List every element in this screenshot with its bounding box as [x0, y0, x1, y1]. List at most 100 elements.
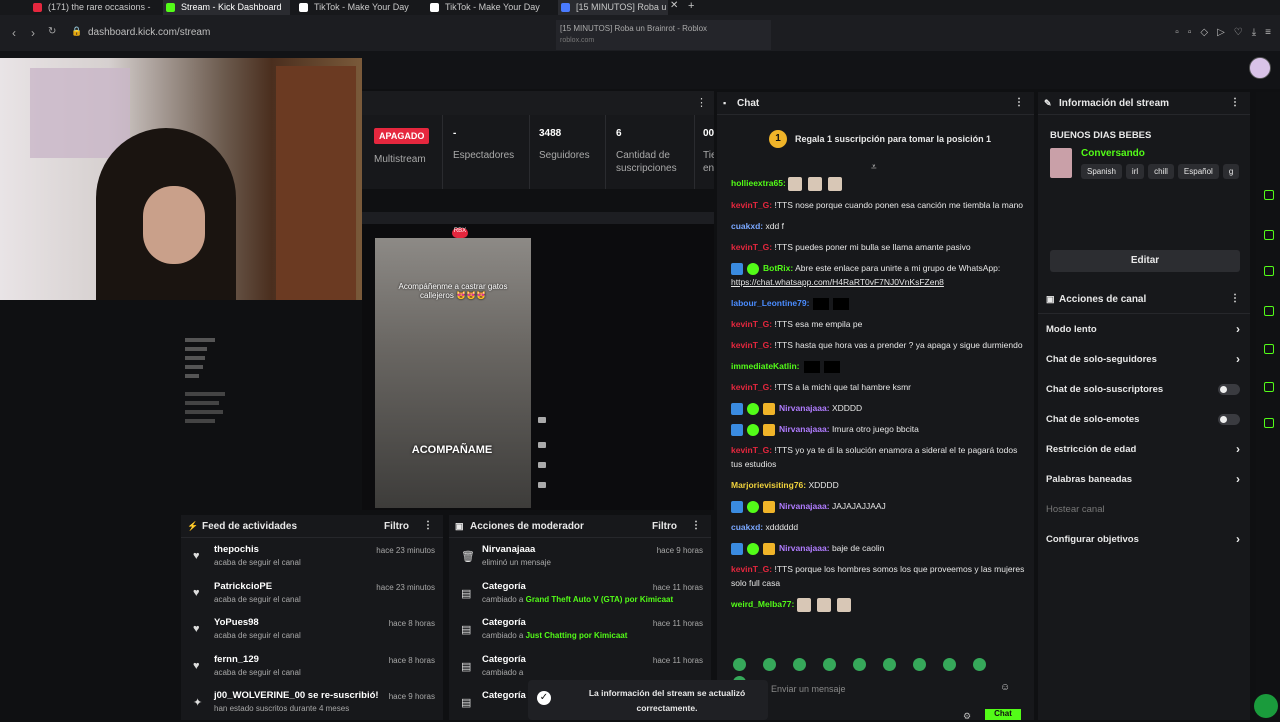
more-icon[interactable]: ⋮ [691, 520, 701, 531]
bookmark-icon[interactable]: ▫ [1175, 27, 1179, 38]
rail-tool-icon[interactable] [1264, 190, 1274, 200]
emote-icon[interactable] [913, 658, 926, 671]
extension-icon[interactable]: ▫ [1188, 27, 1192, 38]
tag-chip[interactable]: Spanish [1081, 164, 1122, 179]
emote-icon[interactable] [943, 658, 956, 671]
channel-action-item[interactable]: Chat de solo-emotes [1038, 404, 1250, 434]
tag-chip[interactable]: chill [1148, 164, 1174, 179]
url-field[interactable]: dashboard.kick.com/stream [88, 27, 210, 38]
emote-icon[interactable] [883, 658, 896, 671]
category-name[interactable]: Just Chatting [526, 631, 577, 640]
rail-tool-icon[interactable] [1264, 266, 1274, 276]
browser-tab[interactable]: (171) the rare occasions - [30, 0, 152, 15]
browser-tab-bar: (171) the rare occasions - Stream - Kick… [0, 0, 1280, 15]
filter-button[interactable]: Filtro [384, 521, 409, 532]
chat-username[interactable]: Nirvanajaaa: [779, 501, 830, 511]
rail-tool-icon[interactable] [1264, 306, 1274, 316]
tag-chip[interactable]: irl [1125, 164, 1145, 179]
moderator-action-item: ▤ Categoría cambiado a hace 11 horas [449, 648, 711, 685]
new-tab-icon[interactable]: + [688, 0, 694, 12]
download-icon[interactable]: ⤓ [1252, 27, 1256, 38]
more-icon[interactable]: ⋮ [1014, 97, 1024, 108]
emote-icon[interactable] [793, 658, 806, 671]
chat-username[interactable]: weird_Melba77: [731, 599, 794, 609]
video-overlay-text: ACOMPAÑAME [411, 444, 493, 456]
more-icon[interactable]: ⋮ [1230, 293, 1240, 304]
roblox-icon [561, 3, 570, 12]
moderator-name[interactable]: por Kimicaat [625, 595, 673, 604]
avatar[interactable] [1249, 57, 1271, 79]
help-icon[interactable] [1254, 694, 1278, 718]
activity-username[interactable]: thepochis [214, 544, 259, 555]
shield-icon[interactable]: ◇ [1200, 27, 1208, 38]
collapse-icon[interactable]: ⩡ [871, 162, 877, 173]
emoji-icon[interactable]: ☺ [1000, 682, 1010, 693]
chat-link[interactable]: https://chat.whatsapp.com/H4RaRT0vF7NJ0V… [731, 277, 944, 287]
chat-username[interactable]: kevinT_G: [731, 382, 772, 392]
channel-action-item[interactable]: Configurar objetivos › [1038, 524, 1250, 554]
toggle-switch[interactable] [1218, 384, 1240, 395]
chat-username[interactable]: Nirvanajaaa: [779, 424, 830, 434]
edit-button[interactable]: Editar [1050, 250, 1240, 272]
channel-action-item[interactable]: Palabras baneadas › [1038, 464, 1250, 494]
activity-username[interactable]: PatrickcioPE [214, 581, 272, 592]
chat-username[interactable]: Nirvanajaaa: [779, 403, 830, 413]
chat-input[interactable]: Enviar un mensaje [767, 678, 1017, 702]
rail-tool-icon[interactable] [1264, 382, 1274, 392]
more-icon[interactable]: ⋮ [423, 520, 433, 531]
send-icon[interactable]: ▷ [1217, 27, 1225, 38]
browser-tab[interactable]: TikTok - Make Your Day [296, 0, 423, 15]
chat-username[interactable]: immediateKatlin: [731, 361, 800, 371]
moderator-name[interactable]: por Kimicaat [579, 631, 627, 640]
tag-chip[interactable]: g [1222, 164, 1240, 179]
chat-username[interactable]: kevinT_G: [731, 200, 772, 210]
chat-username[interactable]: kevinT_G: [731, 564, 772, 574]
forward-icon[interactable]: › [31, 26, 35, 40]
channel-action-item[interactable]: Modo lento › [1038, 314, 1250, 344]
back-icon[interactable]: ‹ [12, 26, 16, 40]
heart-icon[interactable]: ♡ [1234, 27, 1243, 38]
activity-username[interactable]: j00_WOLVERINE_00 se re-suscribió! [214, 690, 379, 701]
menu-icon[interactable]: ≡ [1265, 27, 1271, 38]
rail-tool-icon[interactable] [1264, 344, 1274, 354]
chat-username[interactable]: labour_Leontine79: [731, 298, 809, 308]
filter-button[interactable]: Filtro [652, 521, 677, 532]
rail-tool-icon[interactable] [1264, 418, 1274, 428]
chat-username[interactable]: BotRix: [763, 263, 793, 273]
reload-icon[interactable]: ↻ [48, 26, 56, 37]
channel-action-item[interactable]: Chat de solo-suscriptores [1038, 374, 1250, 404]
chat-username[interactable]: Nirvanajaaa: [779, 543, 830, 553]
channel-action-item[interactable]: Restricción de edad › [1038, 434, 1250, 464]
activity-username[interactable]: YoPues98 [214, 617, 259, 628]
chat-username[interactable]: kevinT_G: [731, 319, 772, 329]
more-icon[interactable]: ⋮ [696, 96, 707, 109]
emote-icon[interactable] [823, 658, 836, 671]
chat-username[interactable]: kevinT_G: [731, 242, 772, 252]
channel-action-item[interactable]: Chat de solo-seguidores › [1038, 344, 1250, 374]
settings-icon[interactable]: ⚙ [963, 711, 971, 722]
category-name[interactable]: Grand Theft Auto V (GTA) [526, 595, 623, 604]
chat-username[interactable]: hollieextra65: [731, 178, 786, 188]
emote-icon[interactable] [973, 658, 986, 671]
send-chat-button[interactable]: Chat [985, 709, 1021, 720]
emote-icon[interactable] [853, 658, 866, 671]
emote-icon[interactable] [733, 658, 746, 671]
chat-username[interactable]: kevinT_G: [731, 445, 772, 455]
emote-icon[interactable] [763, 658, 776, 671]
chat-username[interactable]: cuakxd: [731, 221, 763, 231]
category-link[interactable]: Conversando [1081, 148, 1145, 159]
multistream-stat[interactable]: Multistream [374, 143, 426, 166]
pinned-gift-banner[interactable]: 1 Regala 1 suscripción para tomar la pos… [717, 120, 1034, 150]
tag-chip[interactable]: Español [1177, 164, 1219, 179]
browser-tab-active[interactable]: Stream - Kick Dashboard [163, 0, 290, 15]
browser-tab[interactable]: [15 MINUTOS] Roba u [558, 0, 668, 15]
more-icon[interactable]: ⋮ [1230, 97, 1240, 108]
chat-username[interactable]: kevinT_G: [731, 340, 772, 350]
close-tab-icon[interactable]: ✕ [670, 0, 678, 11]
toggle-switch[interactable] [1218, 414, 1240, 425]
chat-username[interactable]: Marjorievisiting76: [731, 480, 806, 490]
browser-tab[interactable]: TikTok - Make Your Day [427, 0, 554, 15]
activity-username[interactable]: fernn_129 [214, 654, 259, 665]
rail-tool-icon[interactable] [1264, 230, 1274, 240]
chat-username[interactable]: cuakxd: [731, 522, 763, 532]
